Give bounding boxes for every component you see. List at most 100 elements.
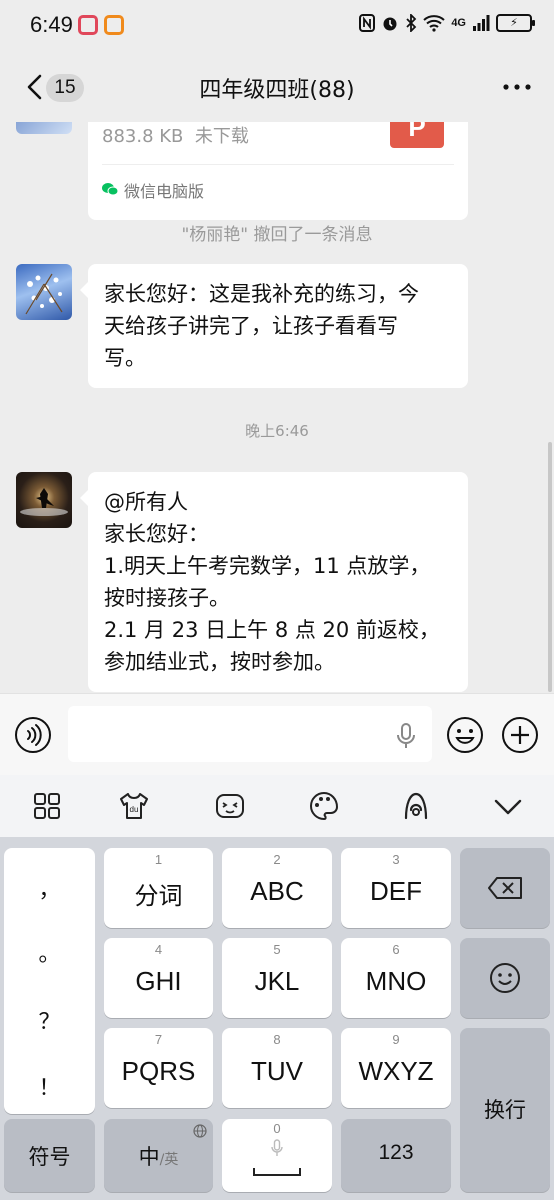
- key-3[interactable]: 3 DEF: [341, 848, 451, 928]
- nfc-icon: [359, 14, 376, 32]
- bluetooth-icon: [406, 14, 417, 32]
- chat-header: 15 四年级四班(88): [0, 52, 554, 122]
- message-text-line: 按时接孩子。: [104, 586, 230, 610]
- avatar-image: [20, 488, 68, 516]
- key-digit: 5: [273, 942, 281, 957]
- ppt-file-icon: P: [390, 122, 444, 148]
- key-4[interactable]: 4 GHI: [104, 938, 213, 1018]
- question-key[interactable]: ？: [4, 1004, 95, 1036]
- message-timestamp: 晚上6:46: [245, 422, 309, 440]
- message-list[interactable]: 883.8 KB 未下载 P 微信电脑版 "杨丽艳" 撤回了一条消息 家长您好：…: [0, 122, 554, 693]
- notification-app-icon-2: [104, 15, 124, 35]
- svg-text:du: du: [130, 805, 139, 814]
- message-bubble[interactable]: @所有人 家长您好： 1.明天上午考完数学，11 点放学， 按时接孩子。 2.1…: [80, 472, 468, 692]
- key-8[interactable]: 8 TUV: [222, 1028, 332, 1108]
- period-key[interactable]: 。: [4, 936, 95, 968]
- symbols-key[interactable]: 符号: [4, 1119, 95, 1192]
- voice-mode-icon[interactable]: [14, 716, 52, 754]
- handwriting-icon[interactable]: [400, 790, 432, 822]
- network-type-label: 4G: [451, 17, 466, 29]
- comma-key[interactable]: ，: [4, 872, 95, 904]
- message-scrollbar[interactable]: [548, 442, 552, 692]
- key-2[interactable]: 2 ABC: [222, 848, 332, 928]
- status-time: 6:49: [30, 12, 73, 37]
- key-5[interactable]: 5 JKL: [222, 938, 332, 1018]
- apps-grid-icon[interactable]: [31, 790, 63, 822]
- smiley-icon: [490, 963, 520, 993]
- keyboard-toolbar: du: [0, 775, 554, 837]
- key-letters: WXYZ: [358, 1056, 434, 1086]
- globe-icon: [193, 1124, 207, 1138]
- key-letters: PQRS: [121, 1056, 196, 1086]
- key-letters: MNO: [365, 966, 427, 996]
- message-text-line: 写。: [104, 346, 146, 370]
- key-letters: JKL: [254, 966, 300, 996]
- key-digit: 6: [392, 942, 400, 957]
- sender-avatar[interactable]: [16, 472, 72, 528]
- notification-app-icon: [78, 15, 98, 35]
- numbers-label: 123: [378, 1141, 414, 1164]
- palette-icon[interactable]: [308, 790, 340, 822]
- enter-label: 换行: [484, 1098, 526, 1122]
- collapse-keyboard-icon[interactable]: [492, 790, 524, 822]
- pinyin-keyboard: ， 。 ？ ！ 1 分词 2 ABC 3 DEF 4 GHI 5 JKL 6 M…: [0, 837, 554, 1200]
- more-options-icon[interactable]: [502, 80, 532, 94]
- key-letters: GHI: [135, 966, 182, 996]
- file-download-status: 未下载: [194, 126, 249, 147]
- exclaim-key[interactable]: ！: [4, 1070, 95, 1102]
- mention-all-line: @所有人: [104, 490, 188, 514]
- key-7[interactable]: 7 PQRS: [104, 1028, 213, 1108]
- signal-icon: [473, 15, 490, 31]
- symbols-label: 符号: [28, 1145, 71, 1169]
- alarm-icon: [383, 17, 397, 31]
- space-key[interactable]: 0: [222, 1119, 332, 1192]
- avatar-image: [25, 273, 63, 315]
- key-digit: 9: [392, 1032, 400, 1047]
- message-avatar-partial[interactable]: [16, 122, 72, 134]
- key-letters: 分词: [134, 882, 183, 910]
- numbers-key[interactable]: 123: [341, 1119, 451, 1192]
- key-6[interactable]: 6 MNO: [341, 938, 451, 1018]
- backspace-icon: [488, 877, 522, 899]
- message-bubble[interactable]: 家长您好：这是我补充的练习，今 天给孩子讲完了，让孩子看看写 写。: [80, 264, 468, 388]
- key-9[interactable]: 9 WXYZ: [341, 1028, 451, 1108]
- key-digit: 7: [154, 1032, 163, 1047]
- key-letters: DEF: [370, 876, 422, 906]
- file-size-label: 883.8 KB 未下载: [102, 126, 249, 147]
- enter-key[interactable]: 换行: [460, 1028, 550, 1192]
- key-letters: TUV: [251, 1056, 303, 1086]
- recall-notice: "杨丽艳" 撤回了一条消息: [181, 225, 373, 245]
- key-digit: 3: [392, 852, 400, 867]
- battery-icon: ⚡: [496, 14, 535, 32]
- status-icons: 4G ⚡: [359, 14, 535, 32]
- key-1[interactable]: 1 分词: [104, 848, 213, 928]
- unread-count-badge[interactable]: 15: [46, 74, 84, 102]
- emoji-key[interactable]: [460, 938, 550, 1018]
- key-letters: ABC: [250, 876, 304, 906]
- message-text-line: 家长您好：这是我补充的练习，今: [104, 282, 419, 306]
- add-attachment-icon[interactable]: [501, 716, 539, 754]
- microphone-icon[interactable]: [396, 722, 416, 750]
- backspace-key[interactable]: [460, 848, 550, 928]
- key-digit: 2: [273, 852, 281, 867]
- message-text-line: 参加结业式，按时参加。: [104, 650, 335, 674]
- wifi-icon: [423, 15, 445, 32]
- message-input[interactable]: [68, 706, 432, 762]
- key-digit: 0: [273, 1121, 281, 1136]
- file-card-divider: [102, 164, 454, 165]
- sender-avatar[interactable]: [16, 264, 72, 320]
- file-source-label: 微信电脑版: [124, 182, 205, 201]
- key-digit: 4: [154, 942, 163, 957]
- emoticon-icon[interactable]: [214, 790, 246, 822]
- language-switch-key[interactable]: 中/英: [104, 1119, 213, 1192]
- status-bar: 6:49 4G ⚡: [0, 0, 554, 52]
- language-label: 中/英: [138, 1145, 179, 1169]
- punctuation-column[interactable]: ， 。 ？ ！: [4, 848, 95, 1114]
- emoji-icon[interactable]: [446, 716, 484, 754]
- file-message-card[interactable]: 883.8 KB 未下载 P 微信电脑版: [88, 122, 468, 220]
- message-text-line: 天给孩子讲完了，让孩子看看写: [104, 314, 398, 338]
- skin-shirt-icon[interactable]: du: [118, 790, 150, 822]
- voice-input-icon: [271, 1139, 283, 1156]
- wechat-icon: [102, 183, 118, 196]
- key-digit: 1: [154, 852, 163, 867]
